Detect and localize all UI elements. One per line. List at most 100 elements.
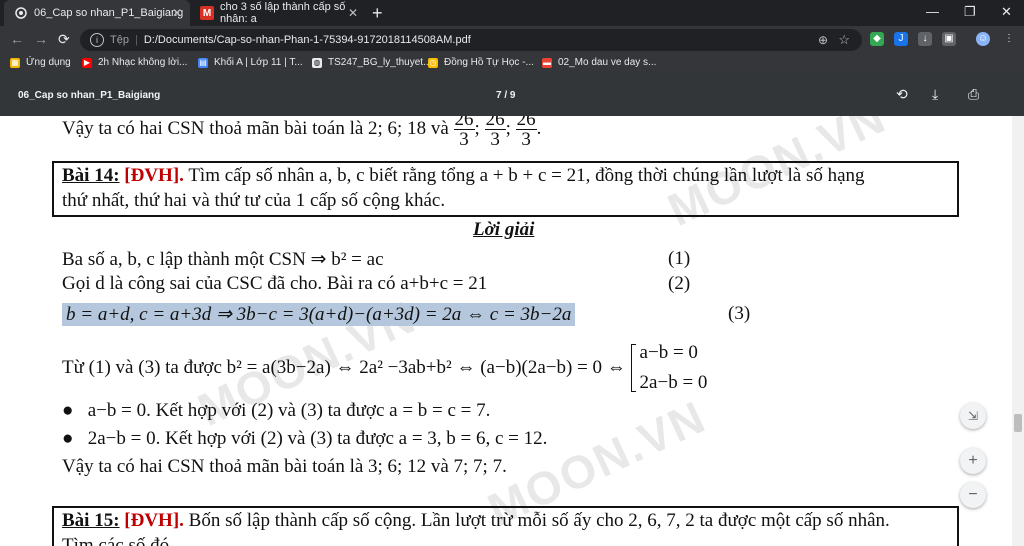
- numerator: 26: [515, 116, 537, 130]
- url-text: D:/Documents/Cap-so-nhan-Phan-1-75394-91…: [143, 34, 471, 46]
- rotate-icon[interactable]: ⟲: [896, 86, 908, 103]
- chrome-page-icon: [14, 6, 28, 20]
- bullet-item: ● 2a−b = 0. Kết hợp với (2) và (3) ta đư…: [62, 428, 547, 450]
- scrollbar-thumb[interactable]: [1014, 414, 1022, 432]
- bookmark-item[interactable]: ◍ TS247_BG_ly_thuyet...: [312, 57, 431, 68]
- problem-label: Bài 15:: [62, 510, 120, 531]
- globe-icon: ◍: [312, 57, 322, 68]
- problem-14-line1: Bài 14: [ĐVH]. Tìm cấp số nhân a, b, c b…: [62, 165, 865, 187]
- pdf-title: 06_Cap so nhan_P1_Baigiang: [18, 90, 161, 101]
- extension-icon-1[interactable]: ◆: [870, 32, 884, 46]
- bookmark-label: 02_Mo dau ve day s...: [558, 57, 657, 68]
- bookmark-apps[interactable]: ▦ Ứng dụng: [10, 57, 71, 68]
- url-scheme: Tệp: [110, 34, 129, 46]
- bookmark-item[interactable]: ▤ Khối A | Lớp 11 | T...: [198, 57, 303, 68]
- bookmark-label: 2h Nhạc không lời...: [98, 57, 188, 68]
- equation-system: a−b = 0 2a−b = 0: [640, 338, 708, 398]
- text-line: Từ (1) và (3) ta được b² = a(3b−2a) ⇔ 2a…: [62, 338, 707, 398]
- zoom-in-button[interactable]: +: [960, 448, 986, 474]
- back-arrow-icon[interactable]: ←: [10, 31, 24, 47]
- problem-15-line2: Tìm các số đó.: [62, 535, 174, 546]
- menu-icon[interactable]: ⋮: [1002, 32, 1016, 46]
- page-indicator: 7 / 9: [496, 90, 516, 101]
- problem-tag: [ĐVH].: [124, 510, 184, 531]
- bookmark-star-icon[interactable]: ☆: [838, 32, 850, 48]
- print-icon[interactable]: ⎙: [968, 86, 979, 103]
- text: Tìm cấp số nhân a, b, c biết rằng tổng a…: [183, 165, 865, 186]
- text-line: Vậy ta có hai CSN thoả mãn bài toán là 3…: [62, 456, 507, 477]
- bookmarks-bar: ▦ Ứng dụng ▶ 2h Nhạc không lời... ▤ Khối…: [0, 54, 1024, 74]
- denominator: 3: [521, 129, 531, 150]
- avatar[interactable]: ☺: [976, 32, 990, 46]
- info-icon[interactable]: i: [90, 33, 104, 47]
- restore-button[interactable]: ❐: [964, 4, 976, 20]
- pdf-page: MOON.VN MOON.VN MOON.VN Vậy ta có hai CS…: [0, 116, 1012, 546]
- forward-arrow-icon[interactable]: →: [34, 31, 48, 47]
- text: a−b = 0. Kết hợp với (2) và (3) ta được …: [87, 400, 491, 421]
- minimize-button[interactable]: —: [926, 4, 939, 19]
- new-tab-button[interactable]: +: [372, 3, 383, 24]
- extension-icon-2[interactable]: J: [894, 32, 908, 46]
- bookmark-label: Đồng Hồ Tự Học -...: [444, 57, 534, 68]
- tab-title: cho 3 số lập thành cấp số nhân: a: [220, 1, 346, 25]
- solution-heading: Lời giải: [473, 219, 535, 240]
- moon-m-icon: M: [200, 6, 214, 20]
- equation-number: (2): [668, 273, 691, 294]
- reload-icon[interactable]: ⟳: [58, 31, 70, 48]
- text: 2a−b = 0. Kết hợp với (2) và (3) ta được…: [87, 428, 548, 449]
- problem-tag: [ĐVH].: [124, 165, 184, 186]
- url-separator: |: [134, 34, 138, 46]
- system-eq-1: a−b = 0: [639, 342, 698, 363]
- bookmark-item[interactable]: ◷ Đồng Hồ Tự Học -...: [428, 57, 534, 68]
- clock-icon: ◷: [428, 57, 438, 68]
- text-line: Ba số a, b, c lập thành một CSN ⇒ b² = a…: [62, 249, 384, 270]
- system-eq-2: 2a−b = 0: [639, 372, 708, 393]
- scrollbar-track[interactable]: [1012, 116, 1024, 546]
- address-bar[interactable]: i Tệp | D:/Documents/Cap-so-nhan-Phan-1-…: [80, 29, 862, 51]
- tab-title: 06_Cap so nhan_P1_Baigiang: [34, 7, 184, 19]
- fraction: 26 3: [453, 116, 475, 150]
- bookmark-item[interactable]: ▬ 02_Mo dau ve day s...: [542, 57, 656, 68]
- numerator: 26: [453, 116, 475, 130]
- download-extension-icon[interactable]: ↓: [918, 32, 932, 46]
- problem-14-line2: thứ nhất, thứ hai và thứ tư của 1 cấp số…: [62, 190, 446, 211]
- tab-search[interactable]: M cho 3 số lập thành cấp số nhân: a ✕: [190, 0, 366, 26]
- problem-label: Bài 14:: [62, 165, 120, 186]
- text: Từ (1) và (3) ta được b² = a(3b−2a) ⇔ 2a…: [62, 357, 631, 378]
- bookmark-label: Khối A | Lớp 11 | T...: [214, 57, 303, 68]
- fraction: 26 3: [515, 116, 537, 150]
- slides-icon: ▬: [542, 57, 552, 68]
- bullet-item: ● a−b = 0. Kết hợp với (2) và (3) ta đượ…: [62, 400, 490, 422]
- bullet-icon: ●: [62, 400, 74, 421]
- youtube-icon: ▶: [82, 57, 92, 68]
- text: Vậy ta có hai CSN thoả mãn bài toán là 2…: [62, 117, 454, 139]
- tab-pdf[interactable]: 06_Cap so nhan_P1_Baigiang ✕: [4, 0, 190, 26]
- close-window-button[interactable]: ✕: [1001, 4, 1012, 20]
- download-icon[interactable]: ⤓: [932, 86, 938, 103]
- document-icon: ▤: [198, 57, 208, 68]
- denominator: 3: [459, 129, 469, 150]
- equation-number: (1): [668, 248, 691, 269]
- close-icon[interactable]: ✕: [348, 6, 358, 20]
- equation-number: (3): [728, 303, 751, 324]
- bullet-icon: ●: [62, 428, 74, 449]
- zoom-out-button[interactable]: −: [960, 482, 986, 508]
- tab-bar: 06_Cap so nhan_P1_Baigiang ✕ M cho 3 số …: [0, 0, 1024, 26]
- extension-icon-3[interactable]: ▣: [942, 32, 956, 46]
- close-icon[interactable]: ✕: [172, 6, 182, 20]
- numerator: 26: [484, 116, 506, 130]
- text-line: Vậy ta có hai CSN thoả mãn bài toán là 2…: [62, 116, 541, 149]
- text: Bốn số lập thành cấp số cộng. Lần lượt t…: [183, 510, 890, 531]
- bookmark-label: Ứng dụng: [26, 57, 71, 68]
- text-line: Gọi d là công sai của CSC đã cho. Bài ra…: [62, 273, 488, 294]
- highlighted-equation[interactable]: b = a+d, c = a+3d ⇒ 3b−c = 3(a+d)−(a+3d)…: [62, 303, 576, 326]
- apps-grid-icon: ▦: [10, 57, 20, 68]
- fraction: 26 3: [484, 116, 506, 150]
- pdf-toolbar: 06_Cap so nhan_P1_Baigiang 7 / 9 ⟲ ⤓ ⎙: [0, 74, 1024, 116]
- denominator: 3: [490, 129, 500, 150]
- problem-15-line1: Bài 15: [ĐVH]. Bốn số lập thành cấp số c…: [62, 510, 890, 532]
- system-bracket: [630, 344, 636, 392]
- zoom-icon[interactable]: ⊕: [818, 33, 828, 47]
- fit-to-page-button[interactable]: ⇲: [960, 403, 986, 429]
- bookmark-item[interactable]: ▶ 2h Nhạc không lời...: [82, 57, 187, 68]
